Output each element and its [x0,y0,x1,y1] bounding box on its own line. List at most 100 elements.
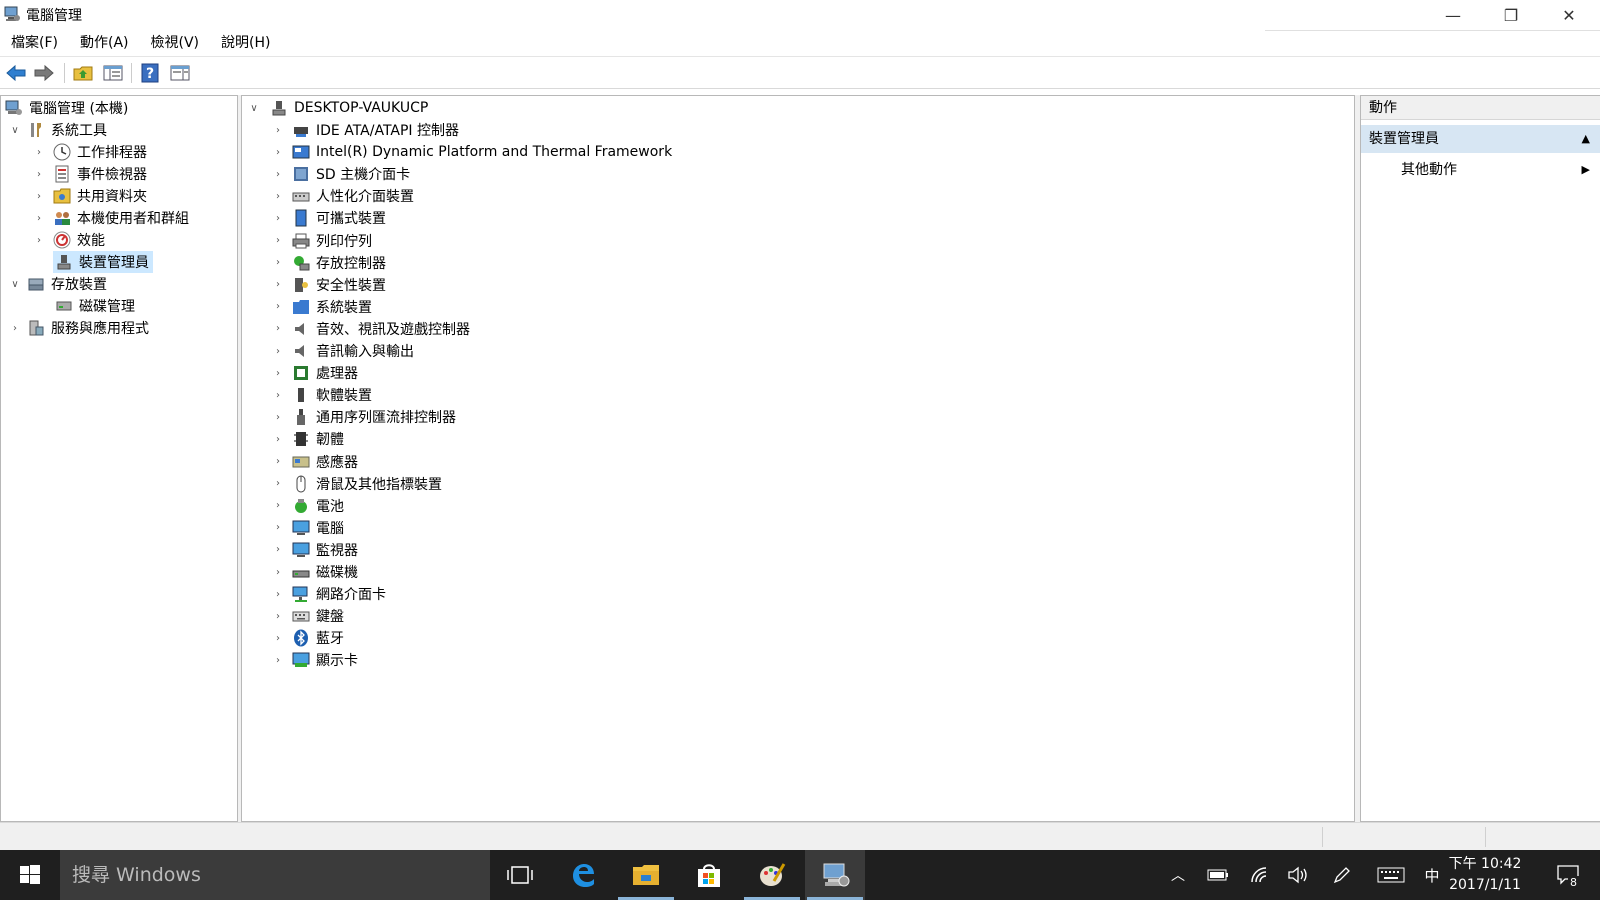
chevron-right-icon[interactable]: › [33,207,45,229]
collapse-up-icon[interactable]: ▲ [1582,125,1590,153]
chevron-right-icon[interactable]: › [9,317,21,339]
tree-item-root[interactable]: 電腦管理 (本機) [5,97,128,119]
show-action-pane-button[interactable] [168,61,192,85]
chevron-right-icon[interactable]: › [272,318,284,340]
tree-item-local-users[interactable]: › 本機使用者和群組 [33,207,189,229]
tree-item-storage[interactable]: ∨ 存放裝置 [9,273,107,295]
device-category[interactable]: › 鍵盤 [272,605,344,627]
action-center-button[interactable]: 8 [1546,850,1590,900]
chevron-right-icon[interactable]: › [272,517,284,539]
device-category[interactable]: › 感應器 [272,451,358,473]
restore-button[interactable]: ❐ [1482,0,1540,30]
help-button[interactable]: ? [138,61,162,85]
chevron-right-icon[interactable]: › [272,296,284,318]
device-category[interactable]: › 顯示卡 [272,649,358,671]
chevron-right-icon[interactable]: › [272,274,284,296]
volume-button[interactable] [1284,850,1312,900]
device-category[interactable]: › 列印佇列 [272,230,372,252]
edge-app[interactable] [553,850,613,900]
device-category[interactable]: › 處理器 [272,362,358,384]
up-one-level-button[interactable] [71,61,95,85]
chevron-right-icon[interactable]: › [33,229,45,251]
device-category[interactable]: › 滑鼠及其他指標裝置 [272,473,442,495]
device-category[interactable]: › Intel(R) Dynamic Platform and Thermal F… [272,141,672,163]
device-category[interactable]: › 存放控制器 [272,252,386,274]
chevron-right-icon[interactable]: › [272,384,284,406]
device-category[interactable]: › 韌體 [272,428,344,450]
chevron-right-icon[interactable]: › [272,473,284,495]
chevron-right-icon[interactable]: › [272,230,284,252]
chevron-right-icon[interactable]: › [272,340,284,362]
device-category[interactable]: › 藍牙 [272,627,344,649]
chevron-right-icon[interactable]: › [272,163,284,185]
menu-view[interactable]: 檢視(V) [140,32,211,54]
device-category[interactable]: › 安全性裝置 [272,274,386,296]
computer-management-app[interactable] [805,850,865,900]
device-category[interactable]: › 音效、視訊及遊戲控制器 [272,318,470,340]
tree-item-task-scheduler[interactable]: › 工作排程器 [33,141,147,163]
menu-help[interactable]: 說明(H) [210,32,281,54]
tree-item-disk-management[interactable]: 磁碟管理 [53,295,135,317]
show-hidden-icons-button[interactable]: ︿ [1166,850,1190,900]
chevron-right-icon[interactable]: › [272,406,284,428]
tree-item-services-apps[interactable]: › 服務與應用程式 [9,317,149,339]
chevron-right-icon[interactable]: › [33,141,45,163]
chevron-right-icon[interactable]: › [272,119,284,141]
tree-item-performance[interactable]: › 效能 [33,229,105,251]
back-button[interactable] [4,61,28,85]
device-root[interactable]: ∨ DESKTOP-VAUKUCP [248,97,428,119]
forward-button[interactable] [32,61,56,85]
actions-section-device-manager[interactable]: 裝置管理員 ▲ [1361,125,1600,153]
touch-keyboard-button[interactable] [1374,850,1408,900]
paint-app[interactable] [742,850,802,900]
device-category[interactable]: › 監視器 [272,539,358,561]
store-app[interactable] [679,850,739,900]
menu-action[interactable]: 動作(A) [69,32,140,54]
pen-workspace-button[interactable] [1328,850,1356,900]
task-view-button[interactable] [490,850,550,900]
chevron-right-icon[interactable]: › [272,252,284,274]
chevron-right-icon[interactable]: › [272,539,284,561]
chevron-right-icon[interactable]: › [272,649,284,671]
device-category[interactable]: › 磁碟機 [272,561,358,583]
chevron-right-icon[interactable]: › [272,207,284,229]
device-category[interactable]: › 通用序列匯流排控制器 [272,406,456,428]
device-category[interactable]: › 系統裝置 [272,296,372,318]
chevron-down-icon[interactable]: ∨ [9,119,21,141]
tree-item-device-manager[interactable]: 裝置管理員 [53,251,153,273]
device-category[interactable]: › 軟體裝置 [272,384,372,406]
chevron-right-icon[interactable]: › [272,583,284,605]
device-category[interactable]: › 人性化介面裝置 [272,185,414,207]
chevron-right-icon[interactable]: › [272,451,284,473]
start-button[interactable] [0,850,60,900]
device-category[interactable]: › 可攜式裝置 [272,207,386,229]
file-explorer-app[interactable] [616,850,676,900]
chevron-right-icon[interactable]: › [272,185,284,207]
tree-item-system-tools[interactable]: ∨ 系統工具 [9,119,107,141]
device-category[interactable]: › 音訊輸入與輸出 [272,340,414,362]
chevron-right-icon[interactable]: › [272,362,284,384]
more-actions-item[interactable]: 其他動作 ▶ [1361,157,1600,183]
chevron-right-icon[interactable]: › [33,163,45,185]
battery-button[interactable] [1204,850,1232,900]
chevron-right-icon[interactable]: › [272,495,284,517]
device-category[interactable]: › 電腦 [272,517,344,539]
tree-item-event-viewer[interactable]: › 事件檢視器 [33,163,147,185]
search-input[interactable]: 搜尋 Windows [60,850,490,900]
minimize-button[interactable]: — [1424,0,1482,30]
device-category[interactable]: › 電池 [272,495,344,517]
chevron-right-icon[interactable]: › [272,627,284,649]
device-category[interactable]: › 網路介面卡 [272,583,386,605]
close-button[interactable]: ✕ [1540,0,1598,30]
chevron-right-icon[interactable]: › [272,141,284,163]
chevron-right-icon[interactable]: › [272,605,284,627]
device-category[interactable]: › IDE ATA/ATAPI 控制器 [272,119,459,141]
chevron-down-icon[interactable]: ∨ [248,97,260,119]
chevron-right-icon[interactable]: › [33,185,45,207]
show-console-tree-button[interactable] [101,61,125,85]
chevron-right-icon[interactable]: › [272,561,284,583]
network-button[interactable] [1246,850,1274,900]
chevron-right-icon[interactable]: › [272,428,284,450]
device-category[interactable]: › SD 主機介面卡 [272,163,410,185]
tree-item-shared-folders[interactable]: › 共用資料夾 [33,185,147,207]
